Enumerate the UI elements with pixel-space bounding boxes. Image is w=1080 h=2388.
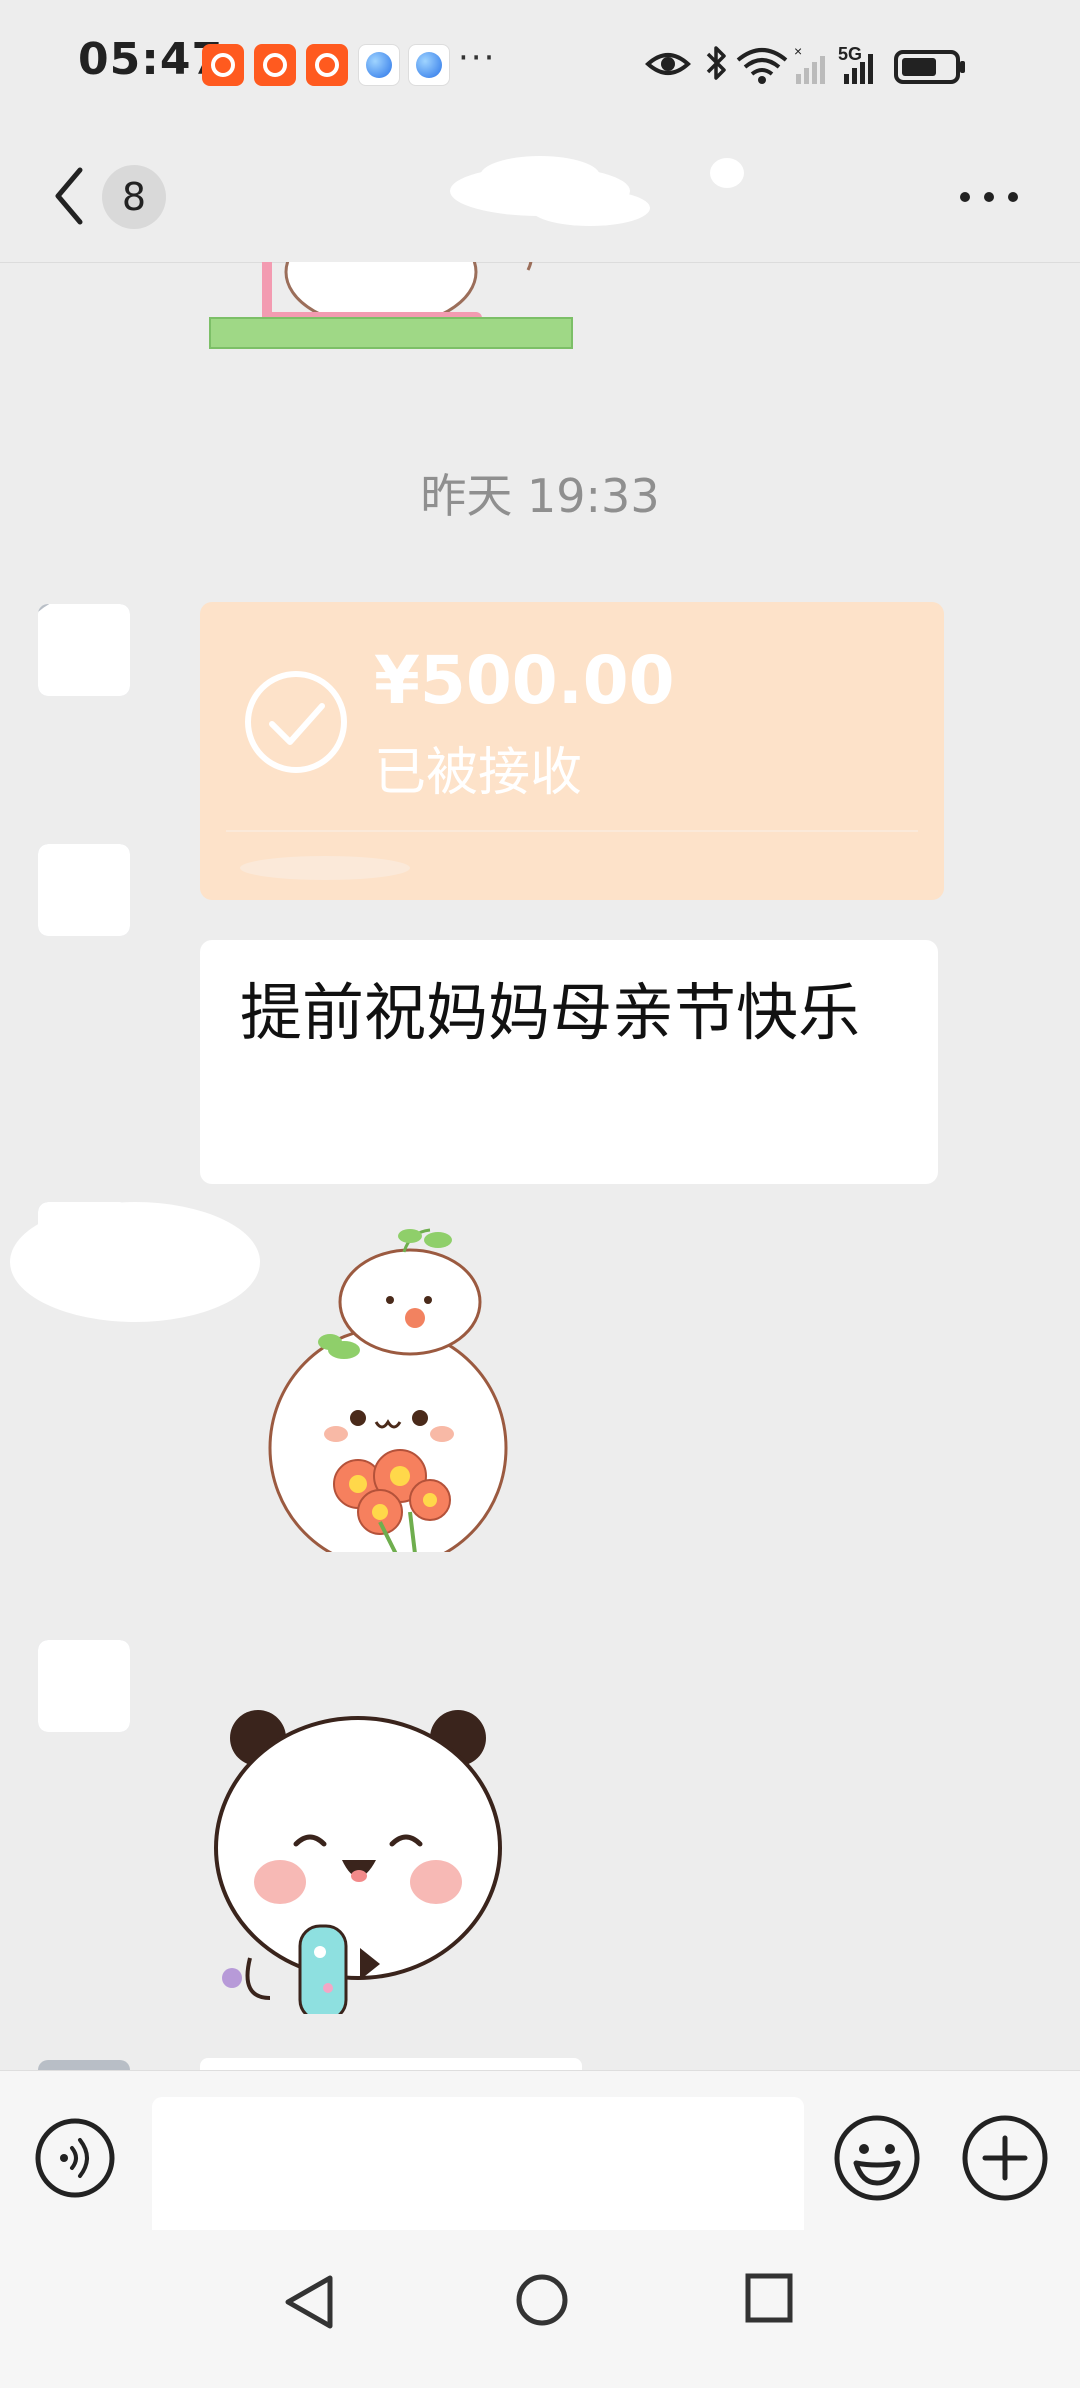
transfer-status: 已被接收: [374, 743, 583, 803]
sticker-panda[interactable]: [210, 1698, 520, 2020]
partial-message-bubble[interactable]: [200, 2058, 582, 2070]
divider: [226, 830, 918, 832]
kuaishou-icon: [306, 44, 348, 86]
kuaishou-icon: [254, 44, 296, 86]
transfer-card[interactable]: ¥500.00 已被接收: [200, 602, 944, 900]
avatar[interactable]: [38, 2060, 130, 2070]
system-status-icons: × 5G: [644, 40, 1004, 90]
battery-icon: [894, 50, 965, 84]
nav-recent-icon[interactable]: [744, 2272, 794, 2324]
avatar[interactable]: [38, 604, 130, 696]
chat-title-redacted[interactable]: [430, 140, 744, 226]
transfer-amount: ¥500.00: [374, 642, 675, 719]
check-circle-icon: [245, 671, 347, 773]
chat-message-list[interactable]: 昨天 19:33 ¥500.00 已被接收 提前祝妈妈母亲节快乐: [0, 262, 1080, 2070]
transfer-footer-redacted: [240, 848, 410, 888]
redaction-scribble: [10, 1202, 260, 1322]
message-input[interactable]: [152, 2097, 804, 2249]
plus-icon[interactable]: [960, 2113, 1050, 2203]
svg-text:5G: 5G: [838, 44, 862, 64]
chevron-left-icon[interactable]: [50, 162, 90, 230]
svg-text:×: ×: [794, 43, 802, 59]
nav-home-icon[interactable]: [514, 2272, 570, 2328]
notification-overflow-icon: ···: [458, 38, 497, 78]
kuaishou-icon: [202, 44, 244, 86]
sticker-flowers[interactable]: [260, 1222, 530, 1562]
system-nav-bar: [0, 2230, 1080, 2388]
chat-header: 8: [0, 130, 1080, 263]
unread-count-badge[interactable]: 8: [102, 165, 166, 229]
message-timestamp: 昨天 19:33: [420, 469, 660, 523]
sticker-scooter[interactable]: [206, 262, 576, 352]
5g-signal-icon: 5G: [838, 44, 873, 84]
wifi-icon: [736, 48, 788, 84]
text-message-bubble[interactable]: 提前祝妈妈母亲节快乐: [200, 940, 938, 1184]
chat-input-bar: [0, 2070, 1080, 2249]
status-bar: 05:47 ··· × 5G: [0, 0, 1080, 130]
emoji-icon[interactable]: [832, 2113, 922, 2203]
browser-icon: [408, 44, 450, 86]
bluetooth-icon: [706, 46, 726, 80]
voice-icon[interactable]: [34, 2117, 116, 2199]
more-horizontal-icon[interactable]: [954, 184, 1024, 208]
avatar[interactable]: [38, 1640, 130, 1732]
eye-icon: [645, 53, 691, 75]
browser-icon: [358, 44, 400, 86]
nav-back-icon[interactable]: [282, 2272, 336, 2332]
signal-icon: ×: [794, 43, 825, 84]
avatar[interactable]: [38, 844, 130, 936]
